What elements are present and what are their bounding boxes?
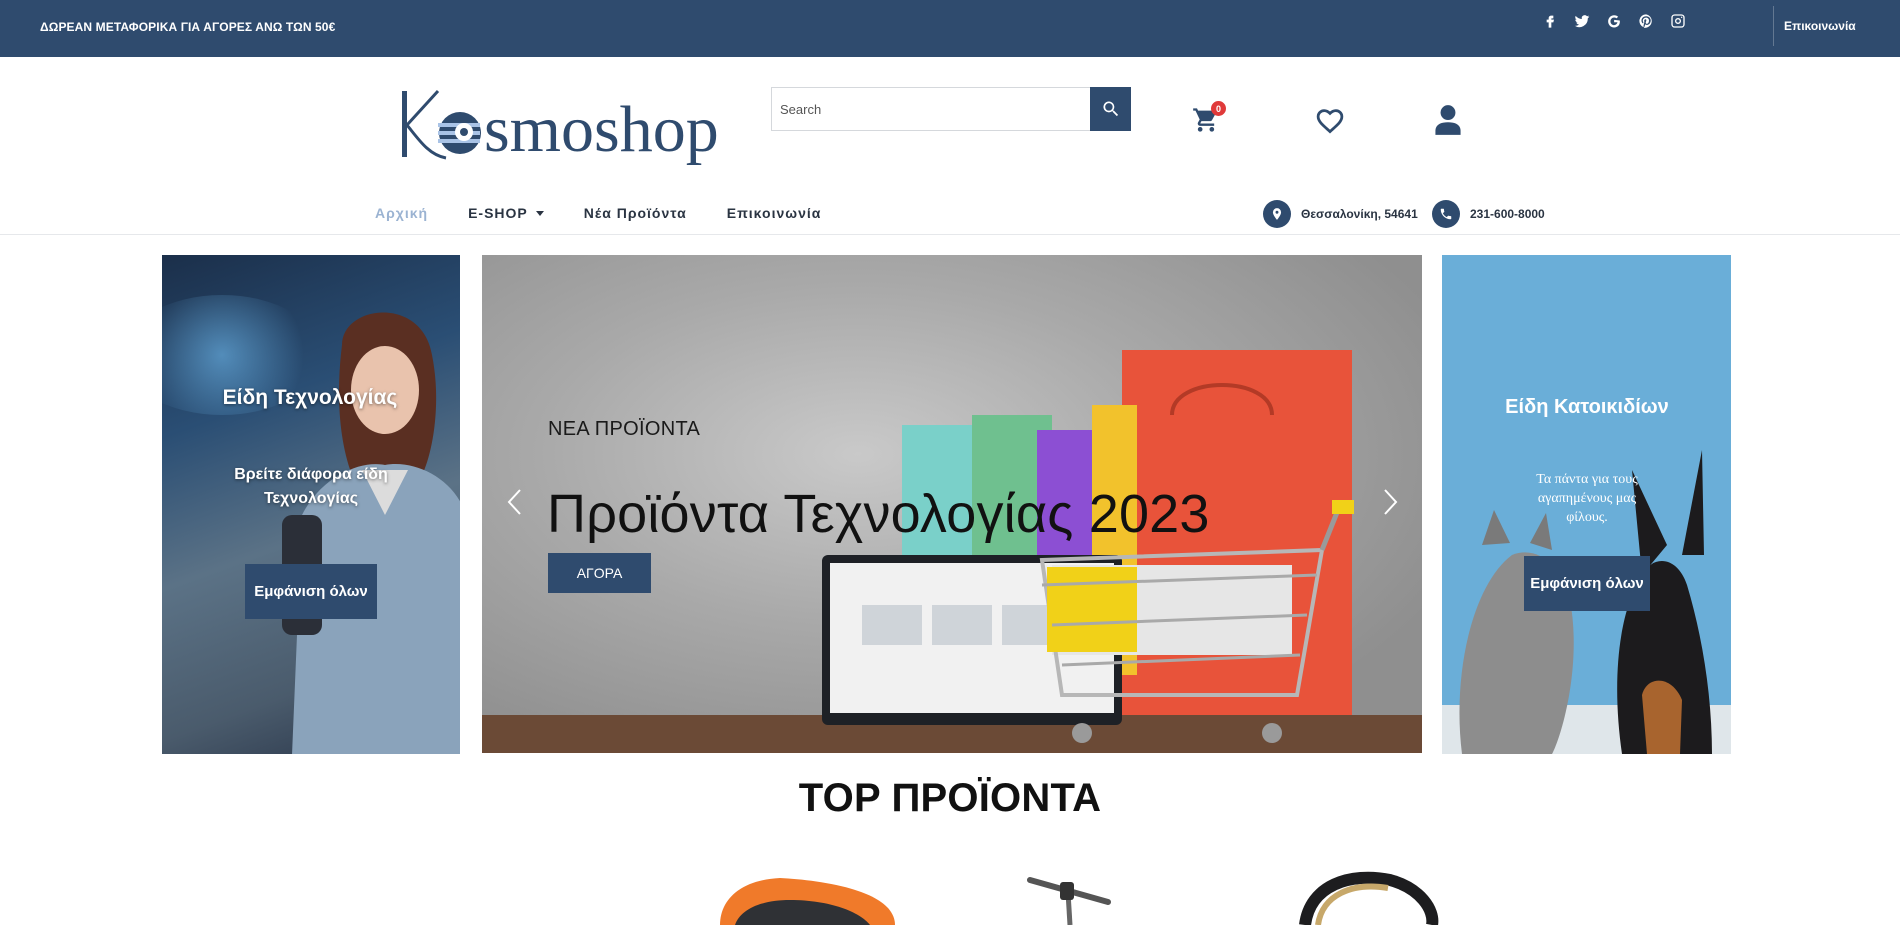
logo-wordmark: smoshop (484, 93, 719, 165)
pinterest-icon[interactable] (1637, 12, 1655, 30)
heart-icon (1316, 109, 1344, 134)
search-button[interactable] (1090, 87, 1131, 131)
cart-button[interactable]: 0 (1192, 101, 1226, 136)
topbar-divider (1773, 6, 1774, 46)
nav-divider (0, 234, 1900, 235)
location-pin-icon (1263, 200, 1291, 228)
scooter-product-image[interactable] (1027, 877, 1111, 925)
topbar-contact-link[interactable]: Επικοινωνία (1784, 19, 1856, 33)
chevron-left-icon (507, 489, 521, 515)
chevron-right-icon (1384, 489, 1398, 515)
instagram-icon[interactable] (1669, 12, 1687, 30)
store-address: Θεσσαλονίκη, 54641 (1263, 200, 1418, 228)
nav-item-eshop-label: E-SHOP (468, 205, 528, 221)
top-products-heading: TOP ΠΡΟΪΟΝΤΑ (798, 776, 1102, 820)
hero-kicker: ΝΕΑ ΠΡΟΪΟΝΤΑ (548, 418, 701, 440)
wishlist-button[interactable] (1315, 106, 1345, 136)
nav-item-home[interactable]: Αρχική (375, 205, 428, 221)
search-bar (771, 87, 1131, 131)
search-icon (1102, 101, 1118, 117)
search-input[interactable] (771, 87, 1090, 131)
pets-category-banner[interactable]: Είδη Κατοικιδίων Τα πάντα για τους αγαπη… (1442, 255, 1731, 754)
phone-text: 231-600-8000 (1470, 207, 1545, 221)
smartwatch-product-image[interactable] (720, 878, 895, 925)
tech-banner-text: Βρείτε διάφορα είδη Τεχνολογίας (234, 466, 388, 507)
nav-item-new-products[interactable]: Νέα Προϊόντα (584, 205, 687, 221)
top-bar: ΔΩΡΕΑΝ ΜΕΤΑΦΟΡΙΚΑ ΓΙΑ ΑΓΟΡΕΣ ΑΝΩ ΤΩΝ 50€… (0, 0, 1900, 57)
nav-item-contact[interactable]: Επικοινωνία (727, 205, 822, 221)
slider-next-button[interactable] (1379, 487, 1401, 517)
tech-category-banner[interactable]: Είδη Τεχνολογίας Βρείτε διάφορα είδη Τεχ… (162, 255, 460, 754)
address-text: Θεσσαλονίκη, 54641 (1301, 207, 1418, 221)
fitness-band-product-image[interactable] (1299, 871, 1439, 925)
google-icon[interactable] (1605, 12, 1623, 30)
store-phone[interactable]: 231-600-8000 (1432, 200, 1545, 228)
cart-count-badge: 0 (1211, 101, 1226, 116)
main-nav: Αρχική E-SHOP Νέα Προϊόντα Επικοινωνία (375, 205, 861, 221)
top-products-row (720, 871, 1439, 925)
hero-title: Προϊόντα Τεχνολογίας 2023 (547, 484, 1210, 544)
hero-buy-button[interactable]: ΑΓΟΡΑ (548, 553, 651, 593)
tech-banner-heading: Είδη Τεχνολογίας (222, 386, 398, 409)
caret-down-icon (535, 210, 544, 216)
hero-slider: ΝΕΑ ΠΡΟΪΟΝΤΑ Προϊόντα Τεχνολογίας 2023 Α… (482, 255, 1422, 753)
pets-show-all-button[interactable]: Εμφάνιση όλων (1524, 556, 1650, 611)
pets-banner-heading: Είδη Κατοικιδίων (1505, 396, 1669, 418)
site-logo[interactable]: smoshop (394, 85, 748, 166)
pets-banner-text: Τα πάντα για τους αγαπημένους μας φίλους… (1536, 472, 1638, 525)
twitter-icon[interactable] (1573, 12, 1591, 30)
phone-icon (1432, 200, 1460, 228)
free-shipping-promo: ΔΩΡΕΑΝ ΜΕΤΑΦΟΡΙΚΑ ΓΙΑ ΑΓΟΡΕΣ ΑΝΩ ΤΩΝ 50€ (40, 20, 336, 34)
facebook-icon[interactable] (1541, 12, 1559, 30)
account-button[interactable] (1434, 104, 1464, 136)
user-icon (1435, 105, 1461, 135)
nav-item-eshop[interactable]: E-SHOP (468, 205, 544, 221)
tech-show-all-button[interactable]: Εμφάνιση όλων (245, 564, 377, 619)
social-links (1541, 12, 1687, 30)
slider-prev-button[interactable] (504, 487, 526, 517)
woman-with-phone-image (282, 312, 460, 754)
